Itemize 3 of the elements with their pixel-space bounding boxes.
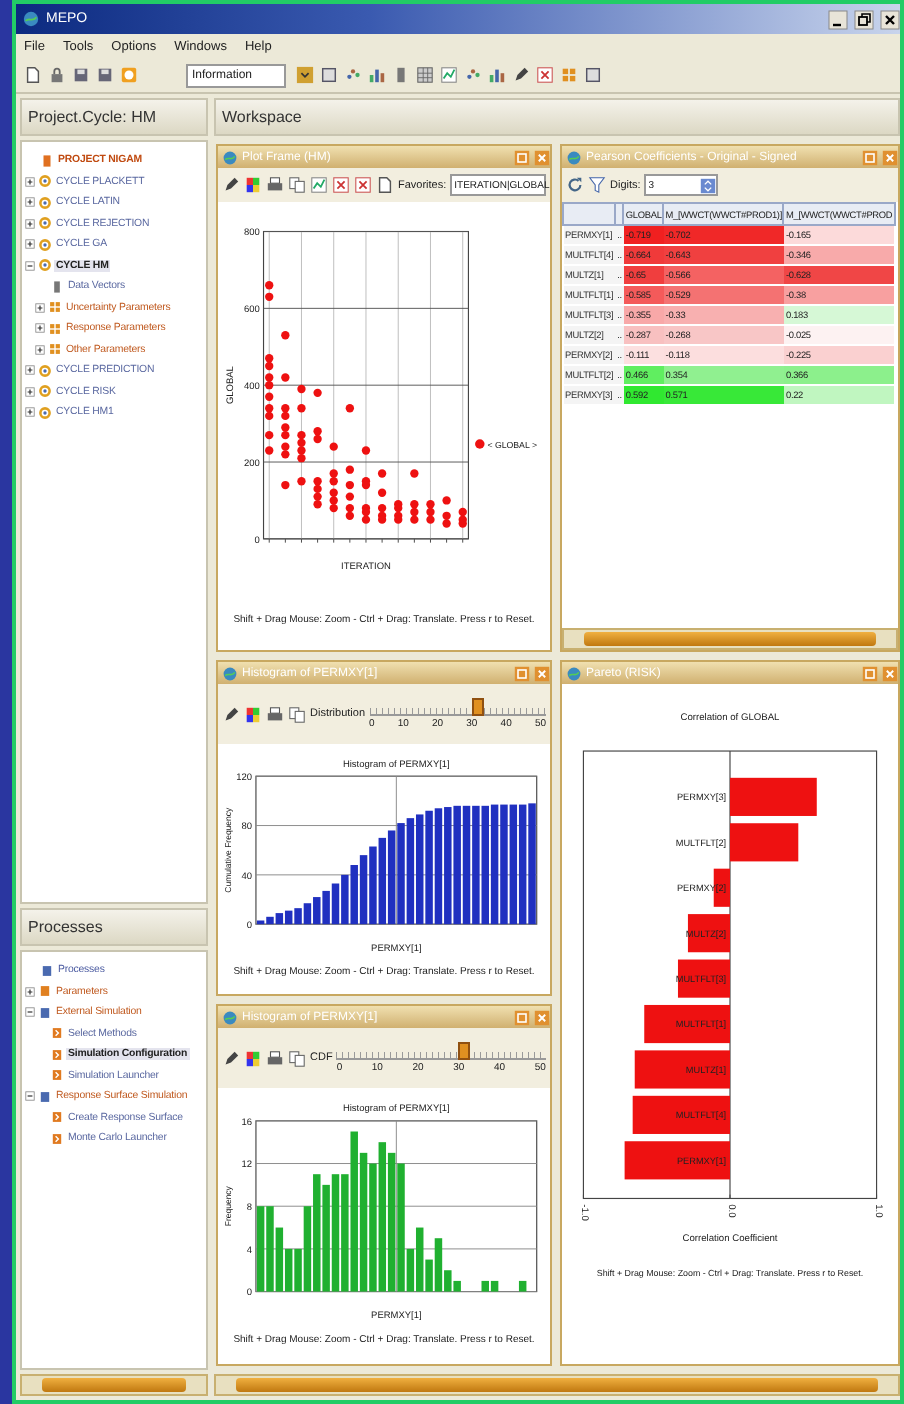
panel-title: Processes <box>20 908 208 946</box>
panel-title: Project.Cycle: HM <box>20 98 208 136</box>
panel-title: Workspace <box>214 98 900 136</box>
